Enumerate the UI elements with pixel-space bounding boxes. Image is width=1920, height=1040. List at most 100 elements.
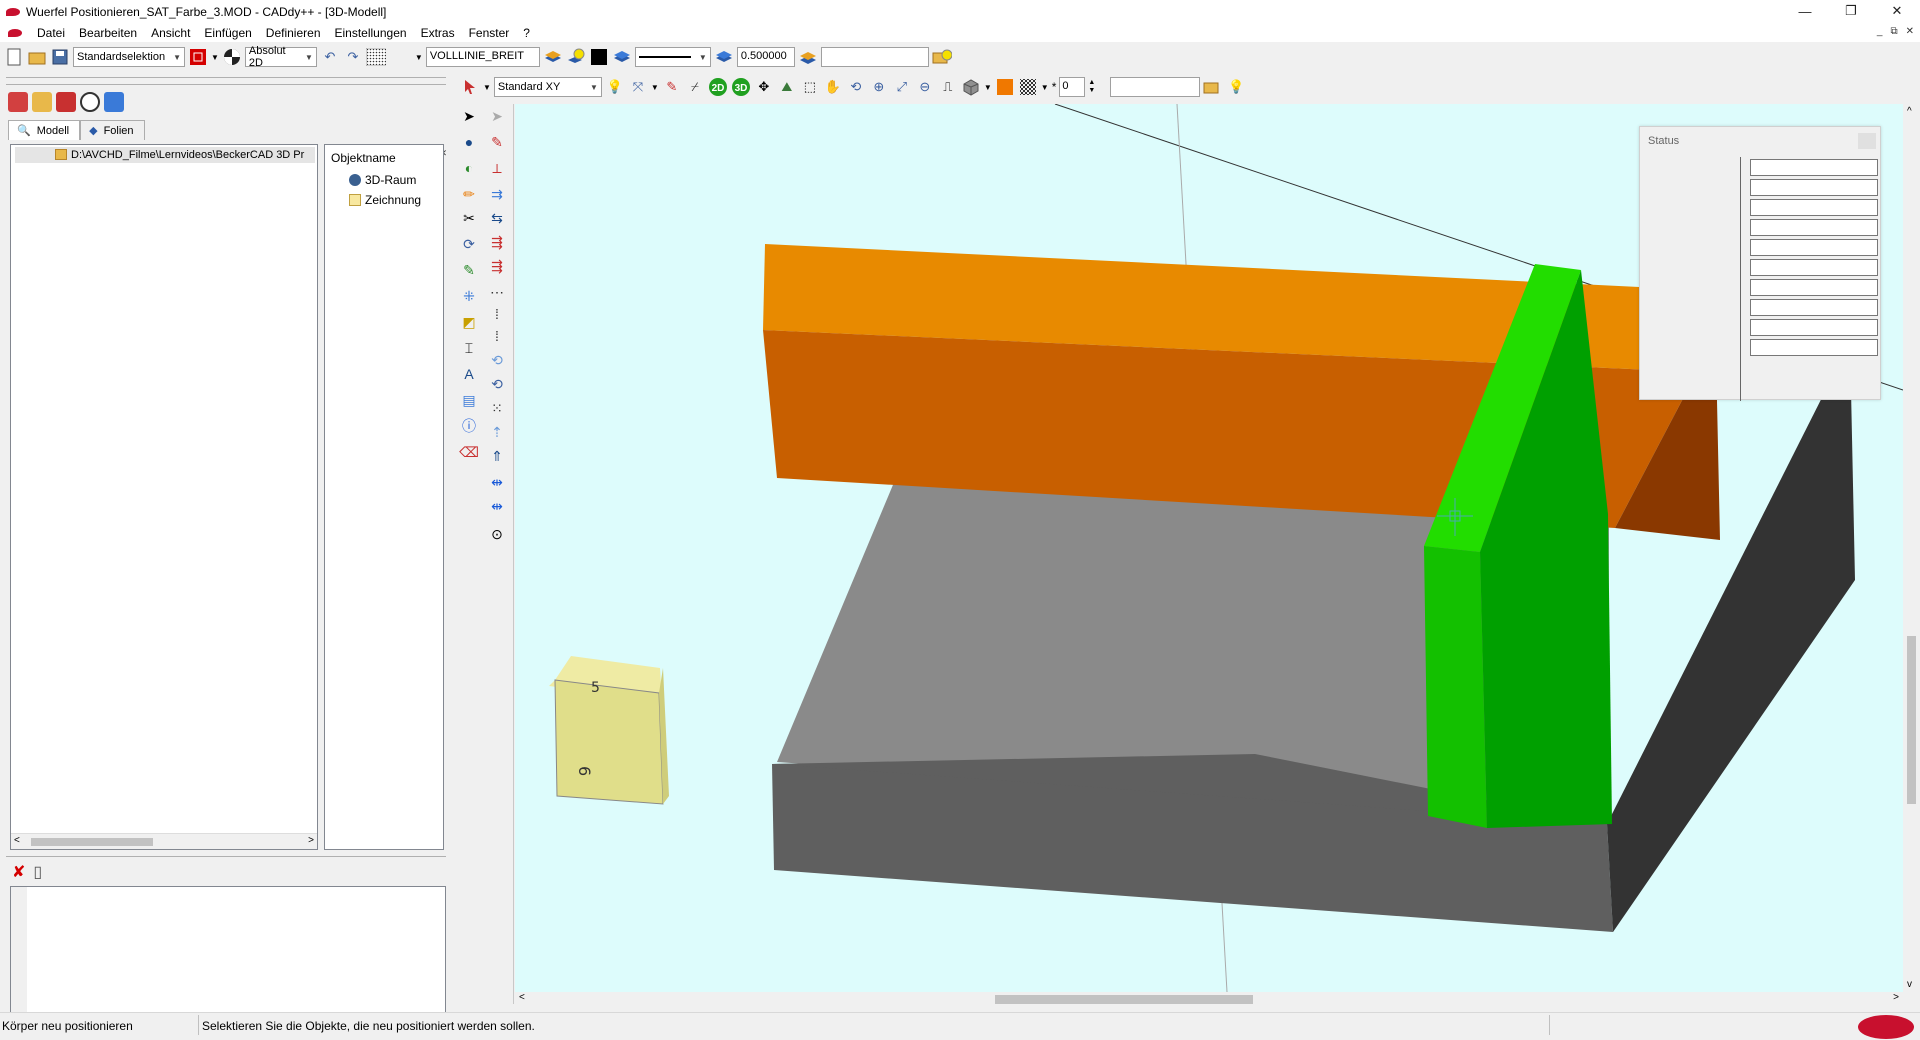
menu-fenster[interactable]: Fenster bbox=[462, 26, 517, 40]
scatter-icon[interactable]: ⁙ bbox=[486, 398, 508, 418]
globe-edit-icon[interactable]: ◐ bbox=[458, 158, 480, 178]
rotate-view-icon[interactable]: ⟲ bbox=[846, 77, 866, 97]
scissors-icon[interactable]: ✂ bbox=[458, 208, 480, 228]
layer-name-field[interactable] bbox=[820, 47, 929, 67]
dot-array-icon[interactable]: ⁞ bbox=[486, 326, 508, 346]
menu-einfuegen[interactable]: Einfügen bbox=[197, 26, 258, 40]
rotate-edit-icon[interactable]: ⟳ bbox=[458, 234, 480, 254]
scroll-right-icon[interactable]: > bbox=[1893, 992, 1899, 1003]
redo-icon[interactable]: ↷ bbox=[343, 47, 363, 67]
chevron-down-icon[interactable]: ▼ bbox=[415, 53, 423, 62]
chevron-down-icon[interactable]: ▼ bbox=[483, 83, 491, 92]
line-type-field[interactable]: VOLLLINIE_BREIT bbox=[425, 47, 540, 67]
layer-number-spinner[interactable]: ▲ ▼ bbox=[1088, 79, 1095, 95]
menu-help[interactable]: ? bbox=[516, 26, 537, 40]
circle-point-icon[interactable]: ⊙ bbox=[486, 524, 508, 544]
menu-ansicht[interactable]: Ansicht bbox=[144, 26, 197, 40]
join-icon[interactable]: ⇹ bbox=[486, 496, 508, 516]
measure-icon[interactable]: ◩ bbox=[458, 312, 480, 332]
green-pen-icon[interactable]: ✎ bbox=[458, 260, 480, 280]
status-field[interactable] bbox=[1750, 259, 1878, 276]
delete-icon[interactable]: ✘ bbox=[12, 862, 25, 882]
minimize-button[interactable]: — bbox=[1782, 0, 1828, 22]
edit-line-icon[interactable]: ✎ bbox=[662, 77, 682, 97]
text-icon[interactable]: A bbox=[458, 364, 480, 384]
status-field[interactable] bbox=[1750, 339, 1878, 356]
dots-row-icon[interactable]: ⋯ bbox=[486, 282, 508, 302]
pencil-icon[interactable]: ✏ bbox=[458, 184, 480, 204]
rotate-dark-icon[interactable]: ⟲ bbox=[486, 374, 508, 394]
panel-grip[interactable] bbox=[6, 77, 446, 85]
status-field[interactable] bbox=[1750, 279, 1878, 296]
status-field[interactable] bbox=[1750, 319, 1878, 336]
open-file-icon[interactable] bbox=[27, 47, 47, 67]
status-panel-close-button[interactable] bbox=[1858, 133, 1876, 149]
status-field[interactable] bbox=[1750, 199, 1878, 216]
scroll-thumb[interactable] bbox=[1907, 636, 1916, 804]
shading-icon[interactable] bbox=[961, 77, 981, 97]
status-field[interactable] bbox=[1750, 299, 1878, 316]
viewport-vertical-scrollbar[interactable]: ^ v bbox=[1903, 104, 1920, 992]
undo-icon[interactable]: ↶ bbox=[320, 47, 340, 67]
zoom-previous-icon[interactable]: ⊖ bbox=[915, 77, 935, 97]
dot-grid-icon[interactable]: ⁞ bbox=[486, 304, 508, 324]
properties-icon[interactable] bbox=[104, 92, 124, 112]
view-layer-field[interactable] bbox=[1110, 77, 1201, 97]
color-swatch-icon[interactable] bbox=[589, 47, 609, 67]
select-filter-icon[interactable] bbox=[188, 47, 208, 67]
clipboard-icon[interactable]: ▯ bbox=[33, 862, 42, 882]
model-icon[interactable] bbox=[8, 92, 28, 112]
zoom-fit-icon[interactable]: ⛰ bbox=[777, 77, 797, 97]
zoom-extents-icon[interactable]: ⤢ bbox=[892, 77, 912, 97]
hatch-pattern-icon[interactable] bbox=[1018, 77, 1038, 97]
orbit-icon[interactable]: ✥ bbox=[754, 77, 774, 97]
move-both-icon[interactable]: ⇆ bbox=[486, 208, 508, 228]
tab-modell[interactable]: 🔍 Modell bbox=[8, 120, 81, 140]
crosshair-dots-icon[interactable]: ⁜ bbox=[458, 286, 480, 306]
selection-mode-select[interactable]: Standardselektion ▼ bbox=[73, 47, 185, 67]
dimension-icon[interactable]: ⌶ bbox=[458, 338, 480, 358]
cursor-icon[interactable] bbox=[460, 77, 480, 97]
menu-extras[interactable]: Extras bbox=[414, 26, 462, 40]
viewport-horizontal-scrollbar[interactable]: < > bbox=[515, 992, 1903, 1006]
hatch-icon[interactable]: ▤ bbox=[458, 390, 480, 410]
tree-item-model-file[interactable]: D:\AVCHD_Filme\Lernvideos\BeckerCAD 3D P… bbox=[15, 147, 315, 163]
view-plane-select[interactable]: Standard XY ▼ bbox=[493, 77, 602, 97]
bulb-icon[interactable]: 💡 bbox=[1226, 77, 1246, 97]
folder-layer-icon[interactable] bbox=[932, 47, 952, 67]
scroll-thumb[interactable] bbox=[31, 838, 153, 846]
menu-einstellungen[interactable]: Einstellungen bbox=[328, 26, 414, 40]
up-arrow-light-icon[interactable]: ⇡ bbox=[486, 422, 508, 442]
line-width-field[interactable]: 0.500000 bbox=[736, 47, 795, 67]
axes-icon[interactable]: ⟂ bbox=[486, 158, 508, 178]
erase-element-icon[interactable]: ⌿ bbox=[685, 77, 705, 97]
layer-number-field[interactable]: 0 bbox=[1059, 77, 1086, 97]
folder-tree-icon[interactable] bbox=[32, 92, 52, 112]
snap-select-icon[interactable]: ⤧ bbox=[628, 77, 648, 97]
status-field[interactable] bbox=[1750, 219, 1878, 236]
view-2d-button[interactable]: 2D bbox=[708, 77, 728, 97]
new-file-icon[interactable] bbox=[4, 47, 24, 67]
delete-folder-icon[interactable] bbox=[56, 92, 76, 112]
zoom-window-icon[interactable]: ⬚ bbox=[800, 77, 820, 97]
scroll-left-icon[interactable]: < bbox=[14, 835, 20, 846]
bulb-icon[interactable]: 💡 bbox=[605, 77, 625, 97]
grid-icon[interactable] bbox=[365, 47, 386, 67]
chevron-down-icon[interactable]: ▼ bbox=[651, 83, 659, 92]
line-width-layers-icon[interactable] bbox=[714, 47, 734, 67]
layers-icon[interactable] bbox=[543, 47, 563, 67]
scroll-down-icon[interactable]: v bbox=[1907, 979, 1912, 990]
tree-horizontal-scrollbar[interactable]: < > bbox=[11, 833, 317, 849]
pan-hand-icon[interactable]: ✋ bbox=[823, 77, 843, 97]
fill-color-icon[interactable] bbox=[995, 77, 1015, 97]
save-icon[interactable] bbox=[50, 47, 70, 67]
bulb-layers-icon[interactable] bbox=[566, 47, 586, 67]
chevron-down-icon[interactable]: ▼ bbox=[984, 83, 992, 92]
up-arrow-icon[interactable]: ⇑ bbox=[486, 446, 508, 466]
system-menu-icon[interactable] bbox=[8, 29, 22, 37]
status-field[interactable] bbox=[1750, 159, 1878, 176]
status-field[interactable] bbox=[1750, 239, 1878, 256]
refresh-icon[interactable] bbox=[80, 92, 100, 112]
scroll-thumb[interactable] bbox=[995, 995, 1253, 1004]
menu-bearbeiten[interactable]: Bearbeiten bbox=[72, 26, 144, 40]
